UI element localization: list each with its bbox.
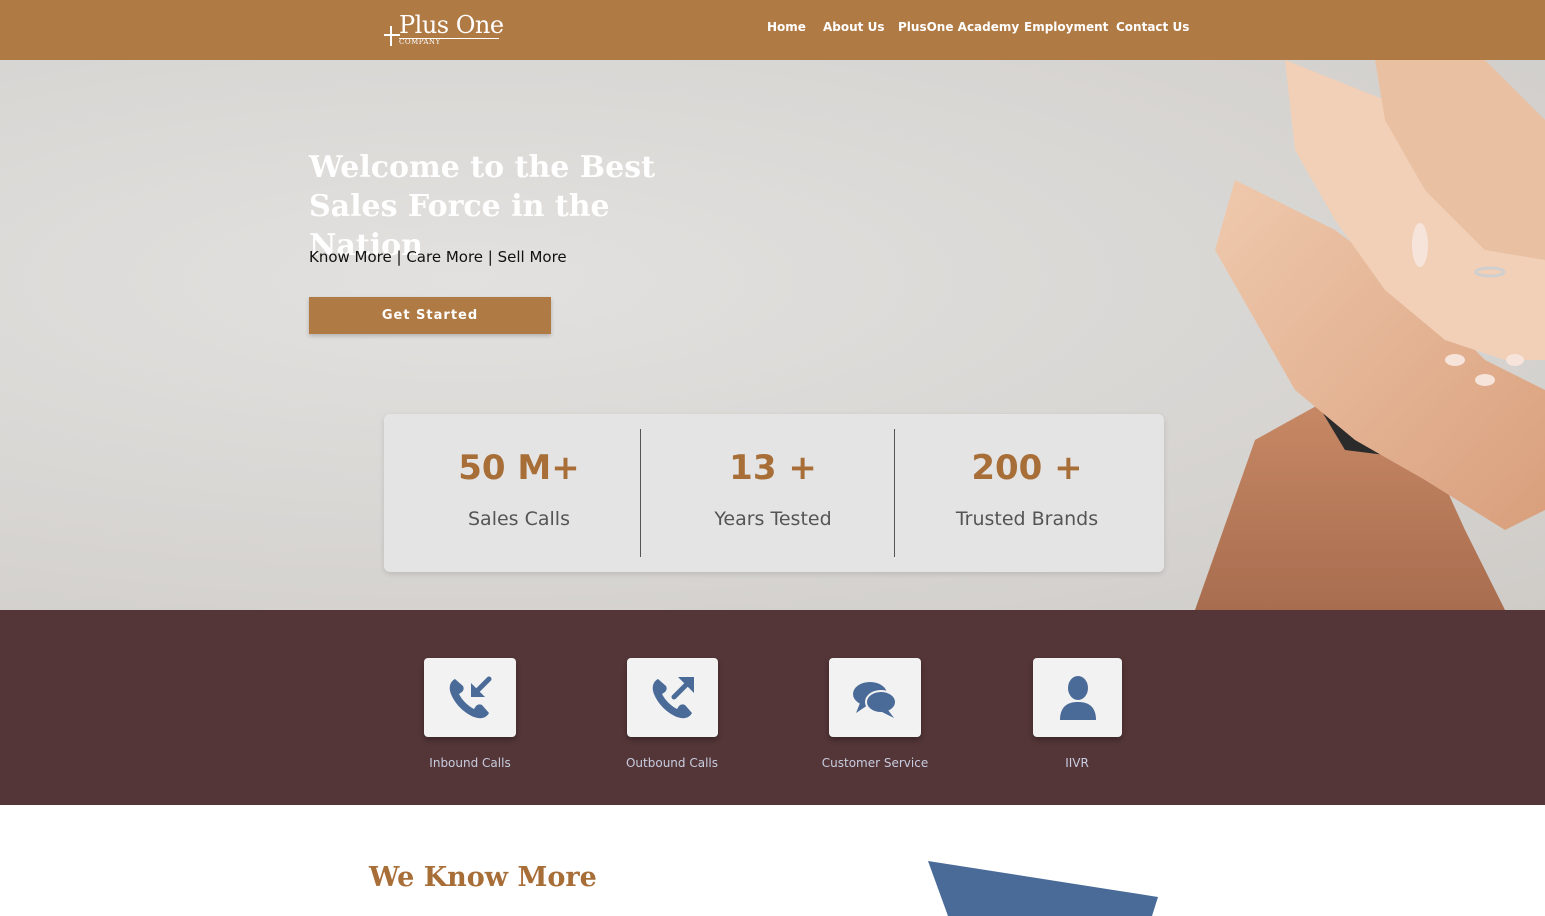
- stat-value: 13 +: [729, 448, 817, 488]
- logo-wordmark: Plus One: [399, 11, 504, 39]
- customer-service-label: Customer Service: [821, 756, 929, 770]
- chat-bubbles-icon: [853, 681, 897, 718]
- inbound-calls-card[interactable]: [424, 658, 516, 737]
- phone-inbound-icon: [449, 676, 492, 718]
- inbound-calls-label: Inbound Calls: [429, 756, 511, 770]
- plusone-logo[interactable]: Plus One COMPANY: [384, 10, 504, 50]
- user-icon: [1059, 675, 1096, 720]
- stat-divider: [894, 429, 895, 557]
- phone-outbound-icon: [652, 676, 694, 718]
- nav-plusone-academy[interactable]: PlusOne Academy: [898, 20, 1019, 38]
- site-header: Plus One COMPANY Home About Us PlusOne A…: [0, 0, 1545, 60]
- iivr-card[interactable]: [1033, 658, 1122, 737]
- stat-trusted-brands: 200 + Trusted Brands: [899, 414, 1155, 572]
- decorative-blue-shape: [928, 861, 1158, 916]
- nav-about-us[interactable]: About Us: [823, 20, 884, 38]
- stat-value: 50 M+: [458, 448, 580, 488]
- stats-panel: 50 M+ Sales Calls 13 + Years Tested 200 …: [384, 414, 1164, 572]
- stat-label: Trusted Brands: [955, 508, 1099, 530]
- stat-years-tested: 13 + Years Tested: [645, 414, 901, 572]
- iivr-label: IIVR: [1065, 756, 1089, 770]
- get-started-button[interactable]: Get Started: [309, 297, 551, 334]
- we-know-more-heading: We Know More: [369, 862, 597, 893]
- services-band: Inbound Calls Outbound Calls Customer Se…: [0, 610, 1545, 805]
- stat-value: 200 +: [971, 448, 1083, 488]
- stat-divider: [640, 429, 641, 557]
- nav-contact-us[interactable]: Contact Us: [1116, 20, 1189, 38]
- stat-label: Years Tested: [714, 508, 832, 530]
- stat-sales-calls: 50 M+ Sales Calls: [391, 414, 647, 572]
- hero-tagline: Know More | Care More | Sell More: [309, 248, 567, 266]
- stat-label: Sales Calls: [468, 508, 570, 530]
- logo-cross-vertical: [390, 26, 392, 46]
- customer-service-card[interactable]: [829, 658, 921, 737]
- logo-cross-horizontal: [384, 34, 400, 36]
- nav-employment[interactable]: Employment: [1024, 20, 1108, 38]
- nav-home[interactable]: Home: [767, 20, 806, 38]
- outbound-calls-label: Outbound Calls: [625, 756, 718, 770]
- hero-section: Welcome to the Best Sales Force in the N…: [0, 60, 1545, 610]
- logo-subtitle: COMPANY: [399, 38, 441, 46]
- outbound-calls-card[interactable]: [627, 658, 718, 737]
